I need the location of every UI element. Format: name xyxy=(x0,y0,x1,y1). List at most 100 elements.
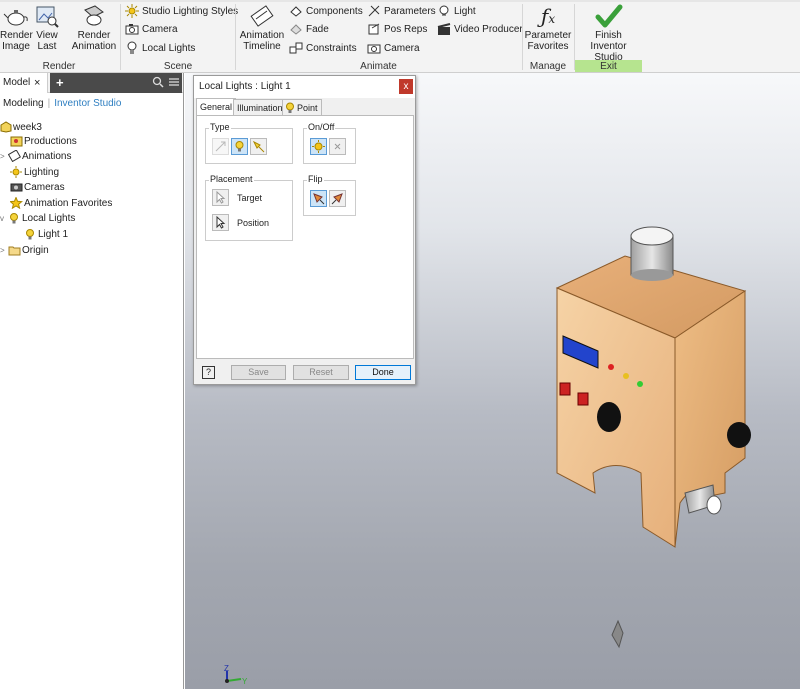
tab-illumination-label: Illumination xyxy=(237,103,283,113)
axis-y-label: Y xyxy=(242,677,248,686)
position-select-button[interactable] xyxy=(212,214,229,231)
wooden-box-model[interactable] xyxy=(555,226,751,548)
animate-camera-label: Camera xyxy=(384,43,420,54)
components-button[interactable]: Components xyxy=(289,4,363,20)
tree-item-origin[interactable]: > Origin xyxy=(0,243,49,258)
tab-point[interactable]: Point xyxy=(282,99,322,115)
view-last-button[interactable]: View Last xyxy=(33,4,61,52)
browser-tab-strip: Model × + xyxy=(0,73,183,93)
axis-triad: Z Y xyxy=(224,664,248,686)
components-label: Components xyxy=(306,6,363,17)
target-select-button[interactable] xyxy=(212,189,229,206)
light-type-directional-button[interactable] xyxy=(212,138,229,155)
constraints-button[interactable]: Constraints xyxy=(289,41,357,57)
view-last-label-2: Last xyxy=(37,41,57,52)
light-off-icon xyxy=(334,143,341,150)
save-button[interactable]: Save xyxy=(231,365,286,380)
render-image-button[interactable]: Render Image xyxy=(0,4,33,52)
expand-icon[interactable]: > xyxy=(0,243,8,258)
cursor-arrow-icon xyxy=(216,190,226,204)
video-producer-button[interactable]: Video Producer xyxy=(437,22,523,38)
animate-light-label: Light xyxy=(454,6,476,17)
light-type-point-button[interactable] xyxy=(231,138,248,155)
tree-item-light-1[interactable]: Light 1 xyxy=(24,227,68,242)
menu-icon[interactable] xyxy=(168,76,180,88)
animation-timeline-button[interactable]: Animation Timeline xyxy=(238,4,286,52)
done-button[interactable]: Done xyxy=(355,365,411,380)
tree-label: Origin xyxy=(22,245,49,256)
fade-label: Fade xyxy=(306,24,329,35)
tree-item-animations[interactable]: > Animations xyxy=(0,149,71,164)
animate-group-label: Animate xyxy=(360,61,397,72)
dialog-title-bar[interactable]: Local Lights : Light 1 x xyxy=(194,76,415,98)
clapper-icon xyxy=(437,23,451,36)
mode-modeling[interactable]: Modeling xyxy=(3,98,44,109)
tab-general[interactable]: General xyxy=(196,98,237,116)
dialog-footer: ? Save Reset Done xyxy=(194,361,415,385)
animate-camera-button[interactable]: Camera xyxy=(367,41,420,57)
placement-group-label: Placement xyxy=(209,174,254,184)
position-label: Position xyxy=(237,218,270,228)
view-last-icon xyxy=(36,6,59,28)
light-off-button[interactable] xyxy=(329,138,346,155)
bulb-icon xyxy=(127,41,137,55)
bulb-icon xyxy=(286,102,294,113)
parameters-button[interactable]: Parameters xyxy=(367,4,436,20)
tree-item-local-lights[interactable]: v Local Lights xyxy=(0,211,75,226)
local-lights-button[interactable]: Local Lights xyxy=(125,41,195,57)
productions-icon xyxy=(10,136,23,147)
mode-inventor-studio[interactable]: Inventor Studio xyxy=(54,98,121,109)
light-on-icon xyxy=(312,140,325,153)
render-animation-button[interactable]: Render Animation xyxy=(69,4,119,52)
close-icon[interactable]: x xyxy=(399,79,413,94)
studio-lighting-styles-button[interactable]: Studio Lighting Styles xyxy=(125,4,238,20)
checkmark-icon xyxy=(595,4,622,28)
pos-reps-label: Pos Reps xyxy=(384,24,428,35)
constraints-label: Constraints xyxy=(306,43,357,54)
close-icon[interactable]: × xyxy=(34,73,40,93)
studio-lighting-styles-label: Studio Lighting Styles xyxy=(142,6,239,17)
help-button[interactable]: ? xyxy=(202,366,215,379)
tree-item-productions[interactable]: Productions xyxy=(10,134,77,149)
pos-reps-button[interactable]: Pos Reps xyxy=(367,22,427,38)
assembly-icon xyxy=(0,121,12,133)
ribbon: Render Image View Last Render Animation … xyxy=(0,0,800,73)
tree-item-week3[interactable]: week3 xyxy=(0,120,42,135)
expand-icon[interactable]: > xyxy=(0,149,8,164)
render-image-label-2: Image xyxy=(2,41,30,52)
tab-model-label: Model xyxy=(3,77,31,88)
reset-button[interactable]: Reset xyxy=(293,365,349,380)
finish-inventor-studio-button[interactable]: Finish Inventor Studio xyxy=(575,4,642,63)
parameter-favorites-button[interactable]: ƒx Parameter Favorites xyxy=(524,4,572,52)
onoff-group-label: On/Off xyxy=(307,122,336,132)
tree-label: Lighting xyxy=(24,167,60,178)
tree-item-cameras[interactable]: Cameras xyxy=(10,180,65,195)
flip-reverse-icon xyxy=(331,193,343,205)
tree-label: Local Lights xyxy=(22,213,76,224)
flip-button-1[interactable] xyxy=(310,190,327,207)
scene-camera-button[interactable]: Camera xyxy=(125,22,178,38)
flip-button-2[interactable] xyxy=(329,190,346,207)
plus-icon: + xyxy=(56,75,64,90)
tree-label: week3 xyxy=(13,122,42,133)
model-browser-panel: Model × + Modeling | Inventor Studio week3… xyxy=(0,73,184,689)
parameters-label: Parameters xyxy=(384,6,436,17)
search-icon[interactable] xyxy=(152,76,164,88)
light-on-button[interactable] xyxy=(310,138,327,155)
tree-label: Animations xyxy=(22,151,72,162)
constraints-icon xyxy=(289,42,303,54)
render-image-label-1: Render xyxy=(0,30,33,41)
tab-illumination[interactable]: Illumination xyxy=(233,99,287,115)
fade-button[interactable]: Fade xyxy=(289,22,329,38)
light-type-spot-button[interactable] xyxy=(250,138,267,155)
animate-light-button[interactable]: Light xyxy=(437,4,476,20)
camera-icon xyxy=(367,44,381,54)
collapse-icon[interactable]: v xyxy=(0,211,8,226)
bulb-icon xyxy=(10,213,18,224)
axis-z-label: Z xyxy=(224,664,229,673)
tree-item-animation-favorites[interactable]: Animation Favorites xyxy=(9,196,112,211)
tree-item-lighting[interactable]: Lighting xyxy=(10,165,59,180)
components-icon xyxy=(290,6,302,17)
tab-model[interactable]: Model xyxy=(0,73,48,93)
local-lights-dialog: Local Lights : Light 1 x General Illumin… xyxy=(193,75,416,385)
